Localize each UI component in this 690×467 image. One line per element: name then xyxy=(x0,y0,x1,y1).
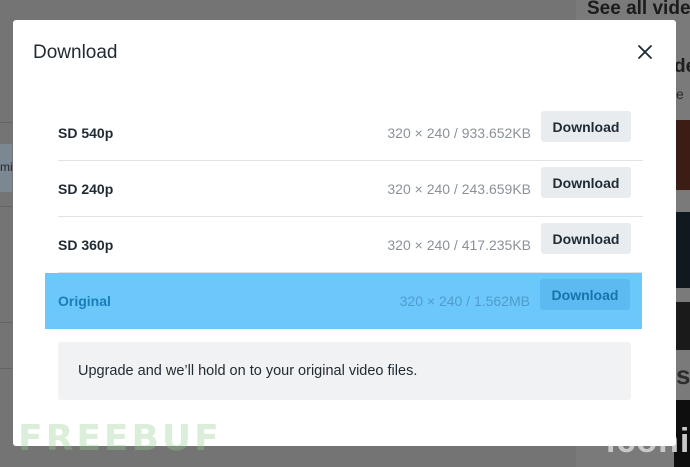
background-divider xyxy=(0,368,12,369)
option-label: SD 540p xyxy=(58,124,114,141)
background-divider xyxy=(0,322,12,323)
download-options-list: SD 540p 320 × 240 / 933.652KB Download S… xyxy=(45,105,643,329)
option-size-info: 320 × 240 / 933.652KB xyxy=(387,125,531,141)
background-text-fragment: e xyxy=(676,86,684,102)
option-label: SD 360p xyxy=(58,236,114,253)
upgrade-notice: Upgrade and we’ll hold on to your origin… xyxy=(58,342,631,400)
download-option-row[interactable]: SD 240p 320 × 240 / 243.659KB Download xyxy=(58,161,643,217)
download-button[interactable]: Download xyxy=(541,111,631,142)
background-thumbnail xyxy=(674,212,690,288)
option-label: SD 240p xyxy=(58,180,114,197)
background-divider xyxy=(0,206,12,207)
background-divider xyxy=(0,122,12,123)
option-size-info: 320 × 240 / 243.659KB xyxy=(387,181,531,197)
option-size-info: 320 × 240 / 417.235KB xyxy=(387,237,531,253)
option-label: Original xyxy=(58,293,111,309)
background-thumbnail xyxy=(674,302,690,350)
download-button[interactable]: Download xyxy=(541,167,631,198)
watermark-logo: FREEBUF xyxy=(18,418,222,459)
background-heading-fragment: st xyxy=(676,360,690,390)
download-option-row[interactable]: SD 360p 320 × 240 / 417.235KB Download xyxy=(58,217,643,273)
dialog-title: Download xyxy=(33,42,118,63)
download-button[interactable]: Download xyxy=(540,279,630,310)
background-text-fragment: mi xyxy=(0,160,13,174)
download-dialog: Download SD 540p 320 × 240 / 933.652KB D… xyxy=(13,20,676,446)
background-heading-fragment: de xyxy=(674,56,690,77)
download-button[interactable]: Download xyxy=(541,223,631,254)
download-option-row[interactable]: SD 540p 320 × 240 / 933.652KB Download xyxy=(58,105,643,161)
option-size-info: 320 × 240 / 1.562MB xyxy=(399,293,530,309)
background-thumbnail xyxy=(674,120,690,190)
download-option-row-selected[interactable]: Original 320 × 240 / 1.562MB Download xyxy=(45,273,642,329)
see-all-videos-link: See all videos xyxy=(587,0,690,19)
close-icon-glyph xyxy=(638,45,652,59)
close-icon[interactable] xyxy=(633,40,657,64)
